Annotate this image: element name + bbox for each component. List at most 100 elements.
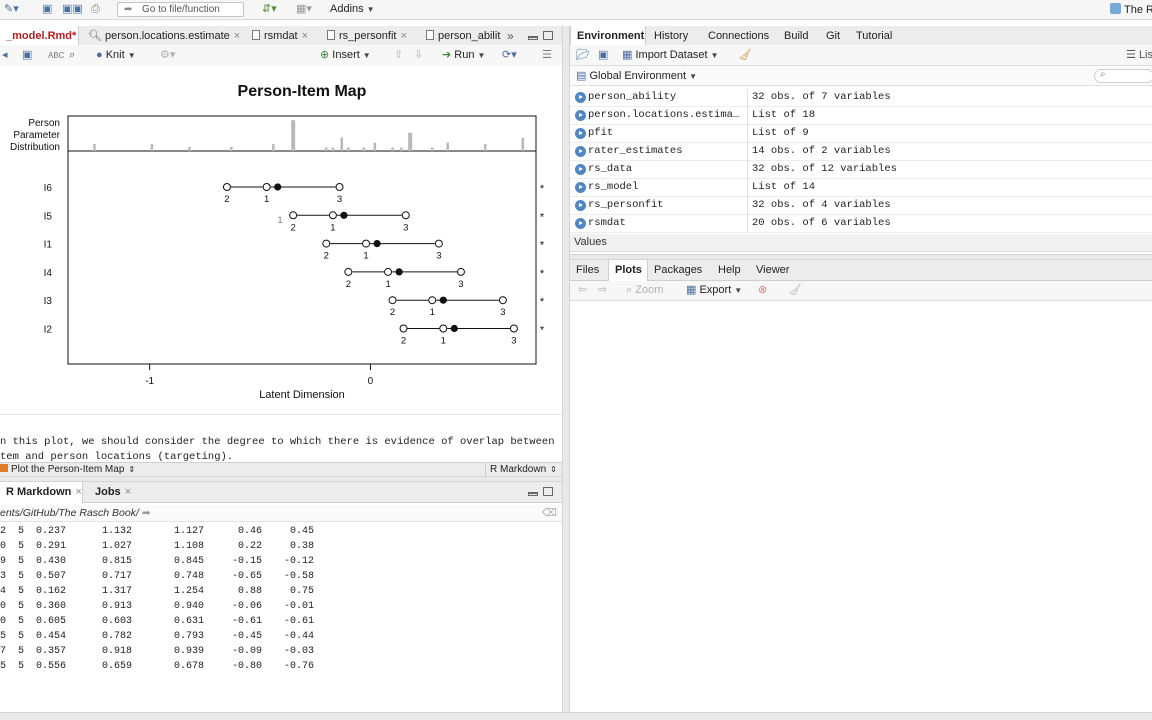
expand-icon[interactable] bbox=[575, 182, 586, 193]
go-to-file-input[interactable]: ➦ Go to file/function bbox=[117, 2, 244, 17]
tab-help[interactable]: Help bbox=[712, 260, 746, 281]
tab-plots[interactable]: Plots bbox=[608, 260, 648, 282]
environment-row[interactable]: person.locations.estima… List of 18 bbox=[570, 107, 1152, 125]
go-to-directory-icon[interactable]: ➦ bbox=[142, 507, 151, 519]
x-axis-label: Latent Dimension bbox=[259, 389, 345, 401]
outline-icon[interactable]: ☰ bbox=[542, 49, 552, 62]
chevron-down-icon: ▼ bbox=[366, 5, 375, 14]
chunk-down-icon[interactable]: ⇩ bbox=[414, 49, 423, 62]
maximize-icon[interactable] bbox=[543, 31, 553, 40]
knit-button[interactable]: ● Knit ▼ bbox=[96, 49, 136, 62]
expand-icon[interactable] bbox=[575, 110, 586, 121]
environment-search-input[interactable]: ⌕ bbox=[1094, 69, 1152, 83]
close-icon[interactable]: × bbox=[302, 30, 308, 42]
insert-button[interactable]: ⊕ Insert ▼ bbox=[320, 49, 371, 62]
object-value: List of 18 bbox=[752, 109, 816, 121]
close-icon[interactable]: × bbox=[234, 30, 240, 42]
export-button[interactable]: ▦ Export ▼ bbox=[686, 284, 742, 297]
pane-layout-icon[interactable]: ▦▾ bbox=[296, 3, 312, 16]
doc-mode-selector[interactable]: R Markdown ⇕ bbox=[485, 463, 557, 476]
plots-viewer[interactable] bbox=[570, 301, 1152, 712]
tab-viewer[interactable]: Viewer bbox=[750, 260, 796, 281]
print-icon[interactable]: ⎙ bbox=[91, 3, 100, 16]
tab-jobs[interactable]: Jobs × bbox=[89, 482, 145, 503]
threshold-point bbox=[335, 183, 344, 191]
environment-row[interactable]: rsmdat 20 obs. of 6 variables bbox=[570, 215, 1152, 233]
project-menu[interactable]: The Ra bbox=[1110, 3, 1152, 16]
tab-rs-personfit[interactable]: rs_personfit × bbox=[321, 26, 417, 47]
global-environment-selector[interactable]: ▤ Global Environment ▼ bbox=[576, 69, 697, 82]
tab-rsmdat[interactable]: rsmdat × bbox=[246, 26, 318, 47]
expand-icon[interactable] bbox=[575, 146, 586, 157]
expand-icon[interactable] bbox=[575, 218, 586, 229]
next-plot-icon[interactable]: ⇨ bbox=[598, 284, 607, 297]
broom-icon[interactable]: 🧹︎ bbox=[788, 284, 802, 297]
chevron-down-icon: ▼ bbox=[734, 286, 743, 295]
expand-icon[interactable] bbox=[575, 200, 586, 211]
tab-person-locations[interactable]: 🔍︎ person.locations.estimate × bbox=[82, 26, 242, 47]
console-line: 3 5 0.507 0.717 0.748 -0.65 -0.58 bbox=[0, 571, 560, 585]
remove-plot-icon[interactable]: ⊗ bbox=[758, 284, 767, 297]
tab-label: Files bbox=[576, 264, 600, 276]
environment-row[interactable]: rs_model List of 14 bbox=[570, 179, 1152, 197]
save-workspace-icon[interactable]: ▣ bbox=[598, 49, 608, 62]
expand-icon[interactable] bbox=[575, 128, 586, 139]
environment-row[interactable]: rater_estimates 14 obs. of 2 variables bbox=[570, 143, 1152, 161]
console-line: 4 5 0.162 1.317 1.254 0.88 0.75 bbox=[0, 586, 560, 600]
save-icon[interactable]: ▣ bbox=[22, 49, 32, 62]
previous-plot-icon[interactable]: ⇦ bbox=[578, 284, 587, 297]
tab-r-markdown[interactable]: R Markdown × bbox=[0, 482, 83, 504]
save-icon[interactable]: ▣ bbox=[42, 3, 52, 16]
console-output[interactable]: 2 5 0.237 1.132 1.127 0.46 0.45 0 5 0.291 1.027 1.1… bbox=[0, 522, 562, 712]
vcs-icon[interactable]: ⇵▾ bbox=[262, 3, 277, 16]
rerun-icon[interactable]: ⟳▾ bbox=[502, 49, 517, 62]
spellcheck-icon[interactable]: ABC bbox=[48, 49, 64, 62]
chunk-up-icon[interactable]: ⇧ bbox=[394, 49, 403, 62]
save-all-icon[interactable]: ▣▣ bbox=[62, 3, 83, 16]
threshold-label: 3 bbox=[500, 307, 505, 318]
import-dataset-button[interactable]: ▦ Import Dataset ▼ bbox=[622, 49, 719, 62]
rmd-editor[interactable]: n this plot, we should consider the degr… bbox=[0, 414, 562, 462]
search-icon[interactable]: ⌕ bbox=[69, 49, 75, 62]
broom-icon[interactable]: 🧹︎ bbox=[738, 49, 752, 62]
close-icon[interactable]: × bbox=[75, 486, 81, 498]
object-name: rs_data bbox=[588, 163, 633, 175]
zoom-button[interactable]: ⌕ Zoom bbox=[626, 284, 663, 297]
maximize-icon[interactable] bbox=[543, 487, 553, 496]
threshold-point bbox=[384, 267, 393, 276]
values-section-header[interactable]: Values bbox=[570, 234, 1152, 252]
main-vertical-splitter[interactable] bbox=[562, 26, 570, 716]
tab-files[interactable]: Files bbox=[570, 260, 608, 281]
more-tabs-icon[interactable]: » bbox=[507, 29, 514, 43]
expand-icon[interactable] bbox=[575, 164, 586, 175]
list-view-button[interactable]: ☰ Lis bbox=[1126, 49, 1152, 62]
tab-connections[interactable]: Connections bbox=[702, 26, 776, 47]
environment-row[interactable]: rs_data 32 obs. of 12 variables bbox=[570, 161, 1152, 179]
threshold-label: 1 bbox=[264, 194, 269, 205]
tab-build[interactable]: Build bbox=[778, 26, 818, 47]
environment-row[interactable]: person_ability 32 obs. of 7 variables bbox=[570, 89, 1152, 107]
chunk-navigator[interactable]: Plot the Person-Item Map ⇕ bbox=[0, 463, 135, 476]
expand-icon[interactable] bbox=[575, 92, 586, 103]
environment-row[interactable]: rs_personfit 32 obs. of 4 variables bbox=[570, 197, 1152, 215]
tab-packages[interactable]: Packages bbox=[648, 260, 710, 281]
item-location-point bbox=[395, 268, 403, 276]
clear-console-icon[interactable]: ⌫ bbox=[542, 505, 557, 521]
environment-row[interactable]: pfit List of 9 bbox=[570, 125, 1152, 143]
run-button[interactable]: ➔ Run ▼ bbox=[442, 49, 485, 62]
tab-git[interactable]: Git bbox=[820, 26, 846, 47]
minimize-icon[interactable] bbox=[528, 36, 538, 40]
tab-label: Packages bbox=[654, 264, 703, 276]
load-workspace-icon[interactable]: 📂︎ bbox=[576, 49, 590, 62]
close-icon[interactable]: × bbox=[400, 30, 406, 42]
gear-icon[interactable]: ⚙▾ bbox=[160, 49, 175, 62]
tab-person-ability[interactable]: person_abilit bbox=[420, 26, 506, 47]
tab-tutorial[interactable]: Tutorial bbox=[850, 26, 910, 47]
tab-history[interactable]: History bbox=[648, 26, 702, 47]
minimize-icon[interactable] bbox=[528, 492, 538, 496]
addins-menu[interactable]: Addins ▼ bbox=[330, 3, 375, 15]
new-file-icon[interactable]: ✎▾ bbox=[4, 3, 19, 16]
close-icon[interactable]: × bbox=[125, 486, 131, 498]
back-icon[interactable]: ◂ bbox=[2, 49, 8, 62]
zoom-icon: ⌕ bbox=[626, 284, 633, 296]
